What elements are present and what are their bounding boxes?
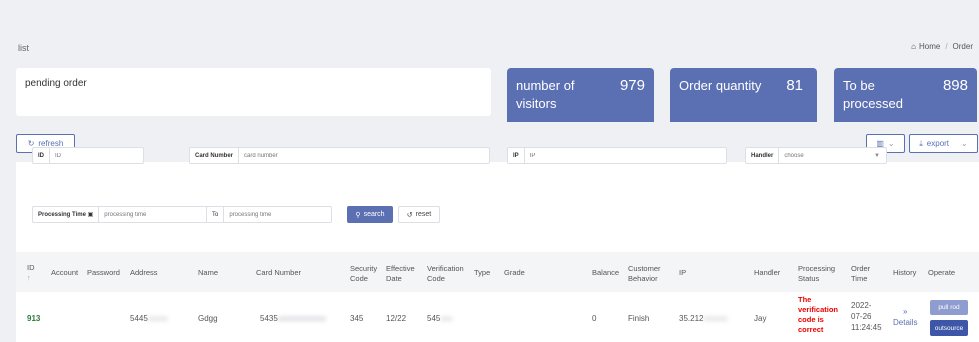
caret-down-icon[interactable]: ▼: [874, 153, 886, 159]
processing-time-to-label: To: [205, 207, 225, 222]
col-verification-code: Verification Code: [427, 264, 464, 283]
col-operate: Operate: [928, 268, 956, 277]
breadcrumb: ⌂ Home / Order: [911, 42, 973, 51]
stat-processed-value: 898: [942, 77, 968, 94]
col-history: History: [893, 268, 917, 277]
search-button[interactable]: ⚲ search: [347, 206, 393, 223]
cell-verification-code: 545xxx: [427, 314, 453, 323]
cell-security-code: 345: [350, 314, 364, 323]
col-customer-behavior: Customer Behavior: [628, 264, 661, 283]
pull-rod-button[interactable]: pull rod: [930, 300, 968, 315]
col-type: Type: [474, 268, 491, 277]
details-label: Details: [893, 318, 918, 327]
cell-id[interactable]: 913: [27, 314, 40, 323]
reset-label: reset: [415, 211, 432, 218]
stat-processed-label-1: To be: [843, 78, 875, 93]
col-processing-status: Processing Status: [798, 264, 836, 283]
cell-order-time: 2022- 07-26 11:24:45: [851, 301, 882, 332]
pending-order-label: pending order: [25, 78, 87, 89]
stat-visitors-label-2: visitors: [516, 96, 557, 111]
stat-visitors: number of visitors 979: [507, 68, 654, 122]
stat-visitors-label-1: number of: [516, 78, 575, 93]
pending-order-card: pending order: [16, 68, 491, 116]
col-handler: Handler: [754, 268, 781, 277]
card-number-input[interactable]: [239, 148, 489, 163]
ip-filter-label: IP: [508, 148, 525, 163]
ip-input[interactable]: [524, 148, 726, 163]
breadcrumb-separator: /: [945, 42, 948, 51]
col-password: Password: [87, 268, 120, 277]
breadcrumb-home[interactable]: Home: [919, 42, 940, 51]
col-balance: Balance: [592, 268, 620, 277]
breadcrumb-current: Order: [952, 42, 973, 51]
stat-order-quantity-label: Order quantity: [679, 78, 762, 93]
handler-select[interactable]: [779, 148, 875, 163]
col-name: Name: [198, 268, 219, 277]
processing-time-start-input[interactable]: [99, 207, 206, 222]
processing-time-end-input[interactable]: [224, 207, 332, 222]
export-label: export: [926, 139, 950, 148]
processing-time-filter-label: Processing Time ▣: [33, 207, 100, 222]
download-icon: ⤓: [919, 138, 923, 148]
chevron-down-icon: ⌄: [961, 139, 968, 148]
col-account: Account: [51, 268, 79, 277]
cell-ip: 35.212xxxxxx: [679, 314, 728, 323]
handler-filter: Handler ▼: [745, 147, 887, 164]
id-input[interactable]: [50, 148, 143, 163]
chevron-down-icon: ⌄: [887, 139, 895, 148]
col-grade: Grade: [504, 268, 525, 277]
page-label: list: [18, 43, 29, 53]
search-label: search: [363, 211, 385, 218]
col-address: Address: [130, 268, 158, 277]
search-icon: ⚲: [355, 211, 361, 219]
col-id[interactable]: ID ↑: [27, 263, 35, 283]
cell-effective-date: 12/22: [386, 314, 407, 323]
col-effective-date: Effective Date: [386, 264, 415, 283]
cell-name: Gdgg: [198, 314, 218, 323]
stat-order-quantity: Order quantity 81: [670, 68, 817, 122]
card-number-filter-label: Card Number: [190, 148, 240, 163]
cell-balance: 0: [592, 314, 597, 323]
home-icon: ⌂: [911, 42, 916, 51]
reset-icon: ↺: [406, 211, 413, 219]
details-link[interactable]: » Details: [893, 306, 917, 328]
id-filter-label: ID: [33, 148, 50, 163]
id-filter: ID: [32, 147, 144, 164]
col-security-code: Security Code: [350, 264, 378, 283]
stat-order-quantity-value: 81: [786, 77, 803, 94]
stat-visitors-value: 979: [619, 77, 645, 94]
col-card-number: Card Number: [256, 268, 302, 277]
stat-to-be-processed: To be processed 898: [834, 68, 977, 122]
cell-address: 5445xxxxx: [130, 314, 168, 323]
export-button[interactable]: ⤓ export ⌄: [909, 134, 978, 153]
col-order-time: Order Time: [851, 264, 871, 283]
cell-card-number: 5435xxxxxxxxxxxx: [260, 314, 326, 323]
cell-handler: Jay: [754, 314, 767, 323]
col-ip: IP: [679, 268, 687, 277]
ip-filter: IP: [507, 147, 727, 164]
cell-customer-behavior: Finish: [628, 314, 650, 323]
handler-filter-label: Handler: [746, 148, 780, 163]
cell-processing-status: The verification code is correct: [798, 295, 839, 334]
processing-time-filter: Processing Time ▣ To: [32, 206, 332, 223]
double-chevron-right-icon: »: [903, 307, 908, 316]
sort-icon[interactable]: ↑: [27, 273, 31, 282]
reset-button[interactable]: ↺ reset: [398, 206, 440, 223]
card-number-filter: Card Number: [189, 147, 490, 164]
calendar-icon: ▣: [87, 212, 94, 218]
outsource-button[interactable]: outsource: [930, 320, 968, 336]
stat-processed-label-2: processed: [843, 96, 903, 111]
